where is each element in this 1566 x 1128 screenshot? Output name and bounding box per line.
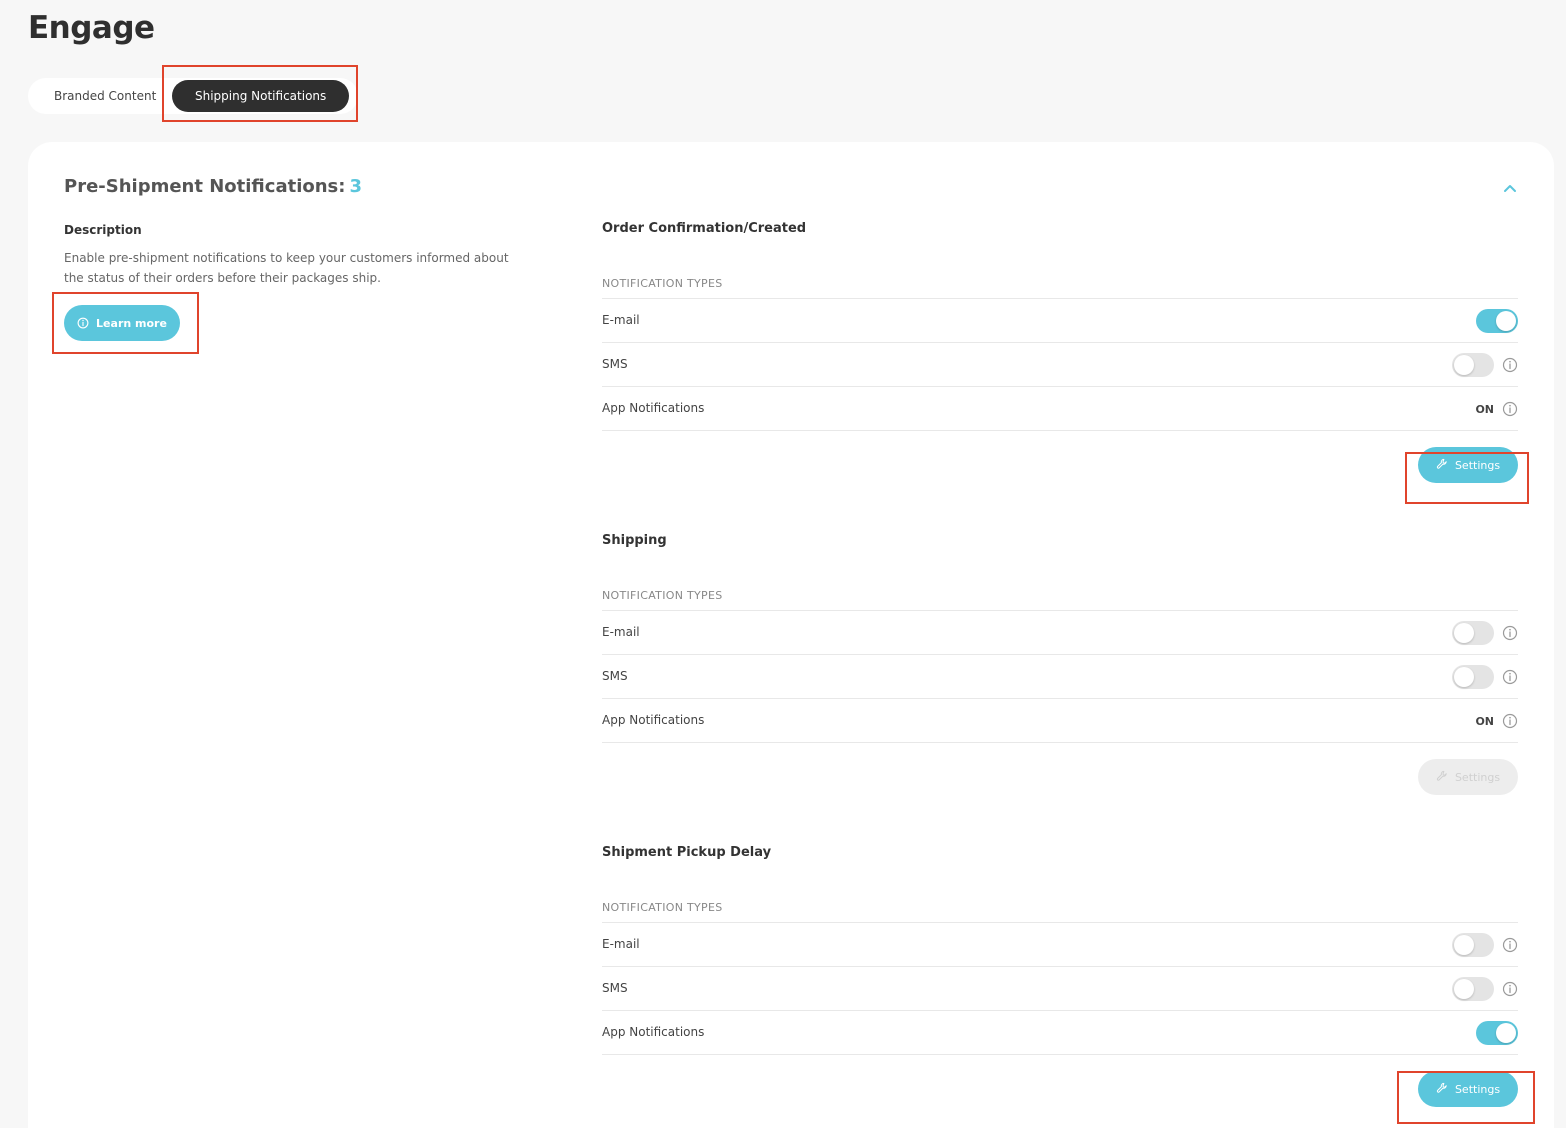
- info-icon[interactable]: [1502, 357, 1518, 373]
- row-label: E-mail: [602, 937, 640, 951]
- row-e-mail: E-mail: [602, 298, 1518, 342]
- settings-button: Settings: [1418, 759, 1518, 795]
- tab-branded-content[interactable]: Branded Content: [54, 78, 156, 114]
- info-icon[interactable]: [1502, 625, 1518, 641]
- info-icon[interactable]: [1502, 669, 1518, 685]
- settings-label: Settings: [1454, 1082, 1501, 1096]
- sms-toggle[interactable]: [1452, 977, 1494, 1001]
- row-label: E-mail: [602, 625, 640, 639]
- info-icon[interactable]: [1502, 713, 1518, 729]
- tab-shipping-notifications[interactable]: Shipping Notifications: [172, 80, 350, 112]
- group-title: Shipping: [602, 533, 667, 548]
- sms-toggle[interactable]: [1452, 665, 1494, 689]
- notification-group-shipment-pickup-delay: Shipment Pickup Delay NOTIFICATION TYPES E…: [602, 845, 1518, 1128]
- row-e-mail: E-mail: [602, 610, 1518, 654]
- status-text: ON: [1475, 714, 1494, 728]
- section-title: Pre-Shipment Notifications: 3: [64, 176, 362, 197]
- row-divider: [602, 1054, 1518, 1055]
- row-label: SMS: [602, 357, 628, 371]
- settings-button[interactable]: Settings: [1418, 1071, 1518, 1107]
- row-label: App Notifications: [602, 713, 705, 727]
- wrench-icon: [1436, 458, 1448, 473]
- info-icon[interactable]: [1502, 981, 1518, 997]
- row-label: App Notifications: [602, 401, 705, 415]
- notification-group-order-confirmation-created: Order Confirmation/Created NOTIFICATION T…: [602, 221, 1518, 521]
- row-controls: ON: [1475, 699, 1518, 743]
- e-mail-toggle[interactable]: [1476, 309, 1518, 333]
- learn-more-button[interactable]: Learn more: [64, 305, 180, 341]
- e-mail-toggle[interactable]: [1452, 621, 1494, 645]
- section-count: 3: [349, 176, 362, 197]
- row-controls: [1476, 1011, 1518, 1055]
- row-app-notifications: App Notifications: [602, 1010, 1518, 1054]
- row-divider: [602, 430, 1518, 431]
- info-icon[interactable]: [1502, 401, 1518, 417]
- row-label: E-mail: [602, 313, 640, 327]
- notification-types-label: NOTIFICATION TYPES: [602, 589, 723, 602]
- e-mail-toggle[interactable]: [1452, 933, 1494, 957]
- notification-types-label: NOTIFICATION TYPES: [602, 901, 723, 914]
- notification-types-label: NOTIFICATION TYPES: [602, 277, 723, 290]
- wrench-icon: [1436, 770, 1448, 785]
- row-sms: SMS: [602, 654, 1518, 698]
- row-controls: ON: [1475, 387, 1518, 431]
- status-text: ON: [1475, 402, 1494, 416]
- group-title: Shipment Pickup Delay: [602, 845, 772, 860]
- wrench-icon: [1436, 1082, 1448, 1097]
- row-controls: [1452, 967, 1518, 1011]
- section-title-text: Pre-Shipment Notifications:: [64, 176, 346, 197]
- notification-group-shipping: Shipping NOTIFICATION TYPES E-mail SMS App N…: [602, 533, 1518, 833]
- row-label: App Notifications: [602, 1025, 705, 1039]
- row-divider: [602, 742, 1518, 743]
- row-label: SMS: [602, 669, 628, 683]
- row-controls: [1452, 343, 1518, 387]
- row-controls: [1452, 655, 1518, 699]
- row-controls: [1452, 923, 1518, 967]
- settings-button[interactable]: Settings: [1418, 447, 1518, 483]
- description-label: Description: [64, 223, 142, 237]
- group-title: Order Confirmation/Created: [602, 221, 807, 236]
- learn-more-label: Learn more: [96, 316, 167, 330]
- row-app-notifications: App Notifications ON: [602, 698, 1518, 742]
- tab-bar: Branded Content Shipping Notifications: [28, 78, 358, 114]
- row-controls: [1452, 611, 1518, 655]
- row-app-notifications: App Notifications ON: [602, 386, 1518, 430]
- page-title: Engage: [28, 10, 155, 46]
- notifications-card: Pre-Shipment Notifications: 3 Description…: [28, 142, 1554, 1128]
- settings-label: Settings: [1454, 458, 1501, 472]
- sms-toggle[interactable]: [1452, 353, 1494, 377]
- settings-label: Settings: [1454, 770, 1501, 784]
- row-label: SMS: [602, 981, 628, 995]
- app-notifications-toggle[interactable]: [1476, 1021, 1518, 1045]
- row-sms: SMS: [602, 966, 1518, 1010]
- info-icon[interactable]: [1502, 937, 1518, 953]
- description-text: Enable pre-shipment notifications to kee…: [64, 251, 509, 285]
- info-icon: [77, 317, 89, 329]
- row-controls: [1476, 299, 1518, 343]
- chevron-up-icon[interactable]: [1501, 180, 1519, 194]
- row-e-mail: E-mail: [602, 922, 1518, 966]
- row-sms: SMS: [602, 342, 1518, 386]
